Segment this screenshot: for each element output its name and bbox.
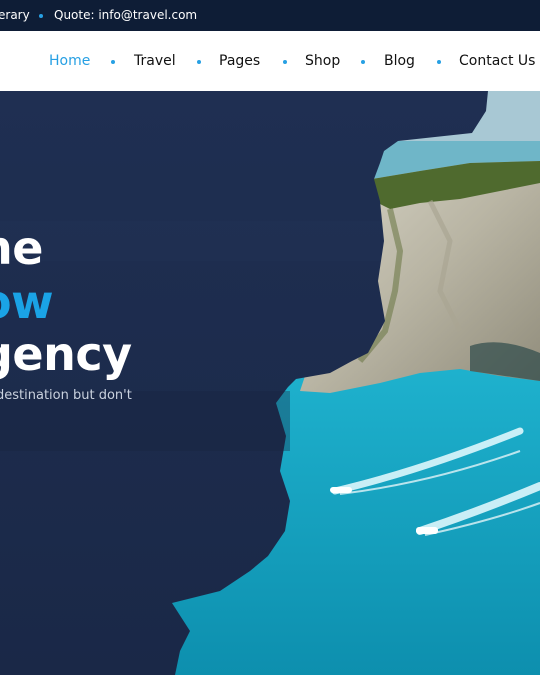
nav-item-contact-us[interactable]: Contact Us: [459, 53, 535, 69]
nav-separator-dot: [197, 60, 201, 64]
top-info-bar: erary Quote: info@travel.com: [0, 0, 540, 31]
page: erary Quote: info@travel.com Home Travel…: [0, 0, 540, 675]
speedboat-right: [416, 527, 438, 534]
hero-section: he ow gency destination but don't: [0, 91, 540, 675]
nav-separator-dot: [437, 60, 441, 64]
nav-separator-dot: [111, 60, 115, 64]
topbar-quote-email[interactable]: Quote: info@travel.com: [54, 8, 197, 22]
nav-item-blog[interactable]: Blog: [384, 53, 415, 69]
hero-background-image: [0, 91, 540, 675]
nav-item-pages[interactable]: Pages: [219, 53, 260, 69]
topbar-itinerary-fragment[interactable]: erary: [0, 8, 30, 22]
nav-item-travel[interactable]: Travel: [134, 53, 176, 69]
topbar-separator-dot: [39, 14, 43, 18]
hero-subtext: destination but don't: [0, 388, 132, 403]
nav-item-shop[interactable]: Shop: [305, 53, 340, 69]
hero-heading-line-1: he: [0, 221, 43, 275]
hero-heading-line-2: ow: [0, 275, 54, 329]
main-navigation: Home Travel Pages Shop Blog Contact Us: [0, 31, 540, 91]
nav-separator-dot: [283, 60, 287, 64]
speedboat-left: [330, 487, 352, 493]
hero-heading-line-3: gency: [0, 327, 132, 381]
nav-item-home[interactable]: Home: [49, 53, 90, 69]
nav-separator-dot: [361, 60, 365, 64]
